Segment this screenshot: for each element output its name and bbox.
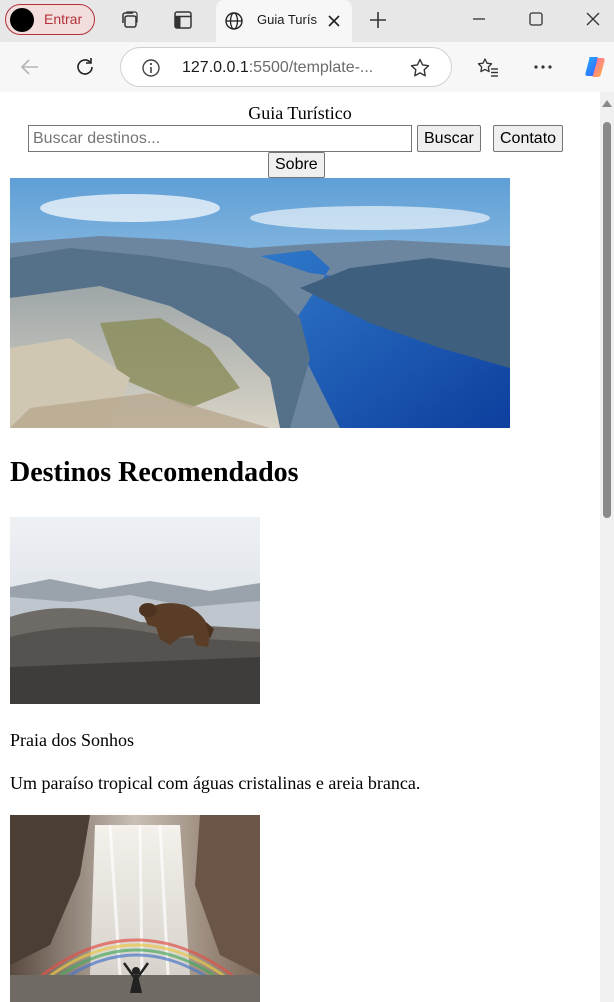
tab-active[interactable]: Guia Turístico (216, 0, 352, 42)
tab-actions-icon[interactable] (171, 8, 195, 32)
search-button[interactable]: Buscar (417, 125, 481, 152)
info-icon[interactable] (141, 58, 161, 83)
section-title: Destinos Recomendados (10, 457, 299, 488)
site-title: Guia Turístico (248, 103, 352, 123)
url-path: :5500/template-... (248, 59, 374, 76)
tab-title: Guia Turístico (257, 12, 317, 27)
scrollbar[interactable] (600, 92, 614, 1002)
globe-icon (224, 11, 244, 36)
favorites-icon[interactable] (475, 54, 501, 80)
scroll-up-icon[interactable] (602, 100, 612, 107)
plus-icon[interactable] (366, 8, 390, 32)
more-icon[interactable] (530, 54, 556, 80)
back-arrow-icon[interactable] (17, 54, 43, 80)
star-icon[interactable] (409, 57, 431, 84)
reload-icon[interactable] (72, 54, 98, 80)
page-viewport: Guia Turístico Buscar Contato Sobre Dest… (0, 92, 600, 1002)
close-window-icon[interactable] (578, 4, 608, 34)
url-host: 127.0.0.1 (182, 59, 249, 76)
destination-description: Um paraíso tropical com águas cristalina… (10, 773, 421, 793)
url-text: 127.0.0.1:5500/template-... (182, 59, 373, 77)
contact-button[interactable]: Contato (493, 125, 564, 152)
scroll-thumb[interactable] (603, 122, 611, 518)
search-input[interactable] (28, 125, 412, 152)
about-button[interactable]: Sobre (268, 152, 325, 178)
destination-name: Praia dos Sonhos (10, 730, 135, 750)
workspaces-icon[interactable] (118, 8, 142, 32)
profile-label: Entrar (44, 11, 83, 27)
tab-strip: Entrar Guia Turístico (0, 0, 614, 42)
address-bar: 127.0.0.1:5500/template-... (0, 42, 614, 92)
copilot-icon[interactable] (582, 54, 608, 80)
destination-image (10, 517, 260, 704)
hero-image (10, 178, 510, 428)
minimize-icon[interactable] (464, 4, 494, 34)
profile-button[interactable]: Entrar (5, 4, 95, 35)
avatar (10, 8, 34, 32)
url-field[interactable]: 127.0.0.1:5500/template-... (120, 47, 452, 87)
destination-image (10, 815, 260, 1002)
close-icon[interactable] (324, 11, 344, 36)
maximize-icon[interactable] (521, 4, 551, 34)
